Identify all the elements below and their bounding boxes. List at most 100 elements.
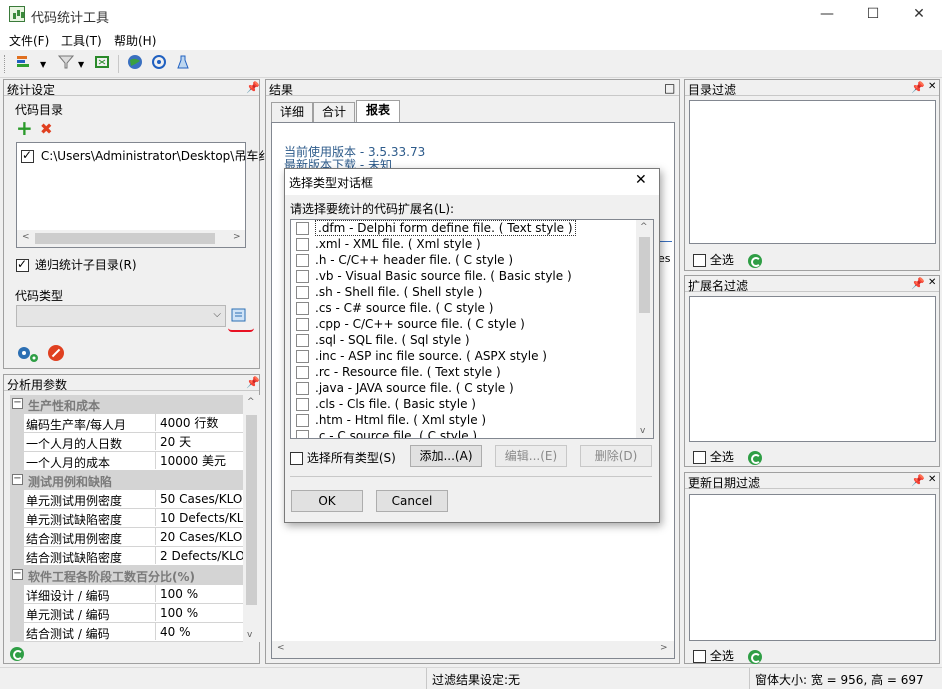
table-row[interactable]: 编码生产率/每人月 4000 行数 [10, 414, 244, 433]
ext-select-all[interactable]: 全选 [693, 448, 762, 465]
list-item[interactable]: .sh - Shell file. ( Shell style ) [296, 285, 482, 301]
extension-checkbox[interactable] [296, 222, 309, 235]
param-value[interactable]: 20 天 [155, 433, 243, 450]
dir-list[interactable]: C:\Users\Administrator\Desktop\吊车纟 < > [16, 142, 270, 248]
settings-gears-icon[interactable] [15, 344, 41, 364]
extension-checkbox[interactable] [296, 238, 309, 251]
refresh-icon[interactable] [747, 450, 762, 465]
param-value[interactable]: 20 Cases/KLOC [155, 528, 243, 545]
dir-filter-list[interactable] [689, 100, 936, 244]
select-all-checkbox[interactable] [693, 451, 706, 464]
list-item[interactable]: .rc - Resource file. ( Text style ) [296, 365, 501, 381]
table-row[interactable]: 单元测试用例密度 50 Cases/KLOC [10, 490, 244, 509]
dialog-close-icon[interactable]: ✕ [635, 172, 647, 188]
param-category[interactable]: − 软件工程各阶段工数百分比(%) [10, 566, 244, 585]
scroll-thumb[interactable] [639, 237, 650, 313]
cancel-button[interactable]: Cancel [376, 490, 448, 512]
maximize-button[interactable]: ☐ [850, 0, 896, 30]
list-item[interactable]: .xml - XML file. ( Xml style ) [296, 237, 481, 253]
minimize-button[interactable]: — [804, 0, 850, 30]
extension-checkbox[interactable] [296, 318, 309, 331]
list-item[interactable]: .java - JAVA source file. ( C style ) [296, 381, 514, 397]
param-category[interactable]: − 测试用例和缺陷 [10, 471, 244, 490]
table-row[interactable]: 结合测试缺陷密度 2 Defects/KLOC [10, 547, 244, 566]
extension-checkbox[interactable] [296, 302, 309, 315]
table-row[interactable]: 单元测试缺陷密度 10 Defects/KLOC [10, 509, 244, 528]
filter-icon[interactable] [56, 54, 76, 74]
list-item[interactable]: .c - C source file. ( C style ) [296, 429, 477, 438]
close-button[interactable]: ✕ [896, 0, 942, 30]
extension-checkbox[interactable] [296, 366, 309, 379]
date-select-all[interactable]: 全选 [693, 647, 762, 664]
remove-icon[interactable]: ✖ [40, 122, 53, 137]
pin-icon[interactable]: 📌 [246, 81, 260, 94]
close-icon[interactable]: ✕ [928, 81, 936, 92]
edit-button[interactable]: 编辑...(E) [495, 445, 567, 467]
date-filter-list[interactable] [689, 494, 936, 641]
pin-icon[interactable]: 📌 [911, 277, 925, 290]
tab-report[interactable]: 报表 [356, 100, 400, 122]
scroll-thumb[interactable] [246, 415, 257, 605]
refresh-icon[interactable] [747, 649, 762, 664]
list-item[interactable]: .cpp - C/C++ source file. ( C style ) [296, 317, 525, 333]
horizontal-scrollbar[interactable]: < > [17, 230, 245, 247]
fit-icon[interactable] [92, 54, 112, 74]
tab-summary[interactable]: 合计 [313, 102, 355, 122]
list-item[interactable]: .dfm - Delphi form define file. ( Text s… [296, 220, 576, 237]
dir-select-all[interactable]: 全选 [693, 251, 762, 268]
recursive-checkbox[interactable] [16, 257, 29, 272]
pin-icon[interactable]: 📌 [911, 474, 925, 487]
list-item[interactable]: .cs - C# source file. ( C style ) [296, 301, 493, 317]
dir-checkbox[interactable] [21, 148, 34, 163]
list-item[interactable]: .vb - Visual Basic source file. ( Basic … [296, 269, 572, 285]
add-button[interactable]: 添加...(A) [410, 445, 482, 467]
param-value[interactable]: 10000 美元 [155, 452, 243, 469]
select-all-checkbox[interactable] [693, 254, 706, 267]
globe-icon[interactable] [125, 54, 145, 74]
param-value[interactable]: 10 Defects/KLOC [155, 509, 243, 526]
extension-checkbox[interactable] [296, 350, 309, 363]
list-item[interactable]: .cls - Cls file. ( Basic style ) [296, 397, 476, 413]
table-row[interactable]: 一个人月的成本 10000 美元 [10, 452, 244, 471]
list-item[interactable]: C:\Users\Administrator\Desktop\吊车纟 [21, 147, 270, 164]
param-category[interactable]: − 生产性和成本 [10, 395, 244, 414]
close-icon[interactable]: ✕ [928, 277, 936, 288]
edit-types-button[interactable] [230, 306, 248, 326]
menu-file[interactable]: 文件(F) [9, 32, 49, 49]
param-value[interactable]: 100 % [155, 604, 243, 621]
param-value[interactable]: 50 Cases/KLOC [155, 490, 243, 507]
list-item[interactable]: .htm - Html file. ( Xml style ) [296, 413, 486, 429]
recursive-option[interactable]: 递归统计子目录(R) [16, 256, 137, 273]
horizontal-scrollbar[interactable]: < > [272, 641, 674, 658]
refresh-icon[interactable] [10, 647, 24, 664]
add-icon[interactable]: + [16, 118, 34, 138]
extension-checkbox[interactable] [296, 334, 309, 347]
tab-detail[interactable]: 详细 [271, 102, 313, 122]
param-value[interactable]: 2 Defects/KLOC [155, 547, 243, 564]
list-item[interactable]: .inc - ASP inc file source. ( ASPX style… [296, 349, 547, 365]
collapse-icon[interactable]: − [12, 474, 23, 485]
code-type-select[interactable]: ⌵ [16, 305, 226, 327]
select-all-checkbox[interactable] [693, 650, 706, 663]
refresh-icon[interactable] [747, 253, 762, 268]
list-item[interactable]: .sql - SQL file. ( Sql style ) [296, 333, 470, 349]
ext-filter-list[interactable] [689, 296, 936, 442]
list-item[interactable]: .h - C/C++ header file. ( C style ) [296, 253, 513, 269]
flask-icon[interactable] [173, 54, 193, 74]
extension-checkbox[interactable] [296, 414, 309, 427]
table-row[interactable]: 结合测试用例密度 20 Cases/KLOC [10, 528, 244, 547]
extension-checkbox[interactable] [296, 286, 309, 299]
select-all-types[interactable]: 选择所有类型(S) [290, 449, 396, 466]
scroll-thumb[interactable] [35, 233, 215, 244]
table-row[interactable]: 结合测试 / 编码 40 % [10, 623, 244, 642]
delete-button[interactable]: 删除(D) [580, 445, 652, 467]
pin-icon[interactable]: 📌 [911, 81, 925, 94]
ok-button[interactable]: OK [291, 490, 363, 512]
param-value[interactable]: 40 % [155, 623, 243, 640]
menu-help[interactable]: 帮助(H) [114, 32, 156, 49]
extension-list[interactable]: .dfm - Delphi form define file. ( Text s… [290, 219, 654, 439]
extension-checkbox[interactable] [296, 270, 309, 283]
param-value[interactable]: 4000 行数 [155, 414, 243, 431]
table-row[interactable]: 详细设计 / 编码 100 % [10, 585, 244, 604]
chevron-down-icon[interactable]: ▼ [40, 60, 46, 69]
